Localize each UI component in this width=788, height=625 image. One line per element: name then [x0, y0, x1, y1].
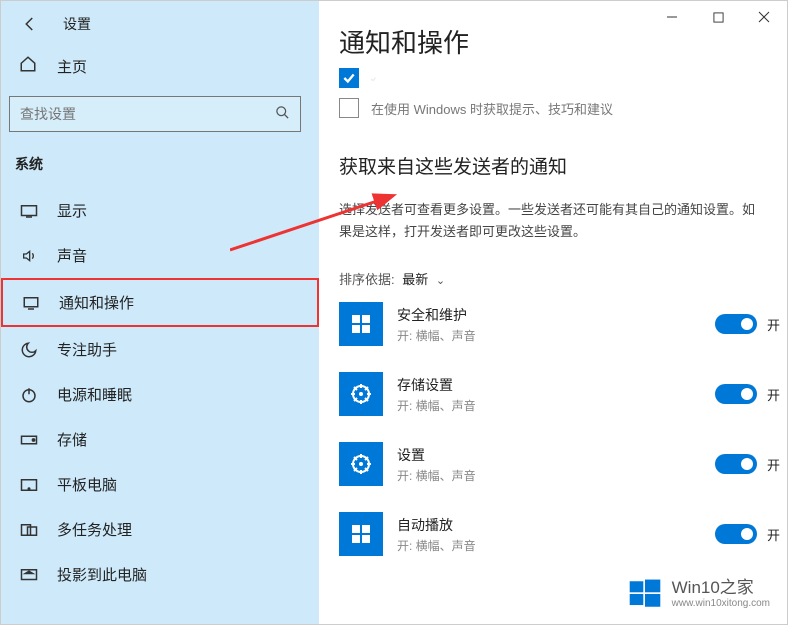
- nav-label: 通知和操作: [59, 292, 134, 313]
- maximize-button[interactable]: [695, 1, 741, 33]
- search-icon: [275, 105, 290, 124]
- chevron-down-icon: ⌄: [436, 275, 445, 287]
- nav-label: 平板电脑: [57, 474, 117, 495]
- nav-label: 存储: [57, 429, 87, 450]
- sender-name: 设置: [397, 445, 715, 465]
- checkbox-row-tips[interactable]: 在使用 Windows 时获取提示、技巧和建议: [339, 98, 787, 118]
- sidebar-item-sound[interactable]: 声音: [1, 233, 319, 278]
- sound-icon: [19, 248, 39, 264]
- nav-label: 声音: [57, 245, 87, 266]
- watermark-url: www.win10xitong.com: [672, 598, 770, 609]
- sidebar-item-tablet[interactable]: 平板电脑: [1, 462, 319, 507]
- nav-label: 多任务处理: [57, 519, 132, 540]
- nav-label: 显示: [57, 200, 87, 221]
- close-icon: [758, 11, 770, 23]
- sender-sub: 开: 横幅、声音: [397, 537, 715, 554]
- settings-window: 设置 主页 系统 显示 声音: [0, 0, 788, 625]
- search-box[interactable]: [9, 96, 301, 132]
- minimize-icon: [666, 11, 678, 23]
- toggle-state: 开: [767, 385, 787, 404]
- sort-label: 排序依据:: [339, 272, 395, 287]
- section-header: 系统: [1, 148, 319, 188]
- storage-tile-icon: [339, 372, 383, 416]
- checkbox-row-checked[interactable]: [339, 68, 787, 88]
- checkbox-empty-icon: [339, 98, 359, 118]
- header-row: 设置: [1, 1, 319, 45]
- back-arrow-icon: [21, 15, 39, 33]
- sidebar-item-focus[interactable]: 专注助手: [1, 327, 319, 372]
- sidebar-item-power[interactable]: 电源和睡眠: [1, 372, 319, 417]
- display-icon: [19, 204, 39, 218]
- watermark: Win10之家 www.win10xitong.com: [628, 577, 770, 611]
- watermark-title: Win10之家: [672, 579, 770, 598]
- sender-name: 安全和维护: [397, 305, 715, 325]
- storage-icon: [19, 434, 39, 446]
- home-label: 主页: [57, 56, 87, 77]
- sender-name: 存储设置: [397, 375, 715, 395]
- sender-row[interactable]: 设置 开: 横幅、声音 开: [339, 442, 787, 486]
- app-title: 设置: [63, 14, 91, 34]
- sender-list: 安全和维护 开: 横幅、声音 开 存储设置 开: 横幅、声音 开 设置: [339, 296, 787, 556]
- sort-row[interactable]: 排序依据: 最新 ⌄: [339, 243, 787, 296]
- checkbox-text-truncated: [371, 71, 376, 86]
- sidebar-item-home[interactable]: 主页: [1, 45, 319, 88]
- sender-sub: 开: 横幅、声音: [397, 397, 715, 414]
- toggle-state: 开: [767, 315, 787, 334]
- toggle-state: 开: [767, 525, 787, 544]
- toggle-switch[interactable]: [715, 454, 757, 474]
- nav-label: 专注助手: [57, 339, 117, 360]
- sidebar: 设置 主页 系统 显示 声音: [1, 1, 319, 624]
- description: 选择发送者可查看更多设置。一些发送者还可能有其自己的通知设置。如果是这样，打开发…: [339, 185, 787, 243]
- back-button[interactable]: [19, 13, 41, 35]
- maximize-icon: [713, 12, 724, 23]
- sender-name: 自动播放: [397, 515, 715, 535]
- power-icon: [19, 386, 39, 404]
- window-controls: [649, 1, 787, 33]
- sender-sub: 开: 横幅、声音: [397, 327, 715, 344]
- sender-row[interactable]: 自动播放 开: 横幅、声音 开: [339, 512, 787, 556]
- sender-row[interactable]: 安全和维护 开: 横幅、声音 开: [339, 302, 787, 346]
- nav-label: 投影到此电脑: [57, 564, 147, 585]
- sidebar-item-multitask[interactable]: 多任务处理: [1, 507, 319, 552]
- toggle-switch[interactable]: [715, 314, 757, 334]
- minimize-button[interactable]: [649, 1, 695, 33]
- sidebar-item-display[interactable]: 显示: [1, 188, 319, 233]
- close-button[interactable]: [741, 1, 787, 33]
- sub-title: 获取来自这些发送者的通知: [339, 122, 787, 185]
- sender-info: 自动播放 开: 横幅、声音: [397, 515, 715, 554]
- home-icon: [19, 55, 39, 78]
- toggle-state: 开: [767, 455, 787, 474]
- search-input[interactable]: [20, 106, 275, 122]
- sidebar-item-project[interactable]: 投影到此电脑: [1, 552, 319, 597]
- sidebar-item-notifications[interactable]: 通知和操作: [1, 278, 319, 327]
- checkbox-text: 在使用 Windows 时获取提示、技巧和建议: [371, 99, 613, 118]
- sidebar-item-storage[interactable]: 存储: [1, 417, 319, 462]
- windows-logo-icon: [628, 577, 662, 611]
- nav-label: 电源和睡眠: [57, 384, 132, 405]
- toggle-switch[interactable]: [715, 384, 757, 404]
- tablet-icon: [19, 478, 39, 492]
- autoplay-tile-icon: [339, 512, 383, 556]
- sender-row[interactable]: 存储设置 开: 横幅、声音 开: [339, 372, 787, 416]
- toggle-switch[interactable]: [715, 524, 757, 544]
- sort-value: 最新: [402, 272, 428, 287]
- nav-list: 显示 声音 通知和操作 专注助手 电源和睡眠 存储: [1, 188, 319, 597]
- focus-icon: [19, 341, 39, 359]
- sender-info: 设置 开: 横幅、声音: [397, 445, 715, 484]
- security-tile-icon: [339, 302, 383, 346]
- notifications-icon: [21, 295, 41, 311]
- settings-tile-icon: [339, 442, 383, 486]
- main-pane: 通知和操作 在使用 Windows 时获取提示、技巧和建议 获取来自这些发送者的…: [319, 1, 787, 624]
- multitask-icon: [19, 523, 39, 537]
- sender-sub: 开: 横幅、声音: [397, 467, 715, 484]
- sender-info: 存储设置 开: 横幅、声音: [397, 375, 715, 414]
- checkbox-checked-icon: [339, 68, 359, 88]
- sender-info: 安全和维护 开: 横幅、声音: [397, 305, 715, 344]
- project-icon: [19, 568, 39, 582]
- search-wrap: [9, 96, 301, 132]
